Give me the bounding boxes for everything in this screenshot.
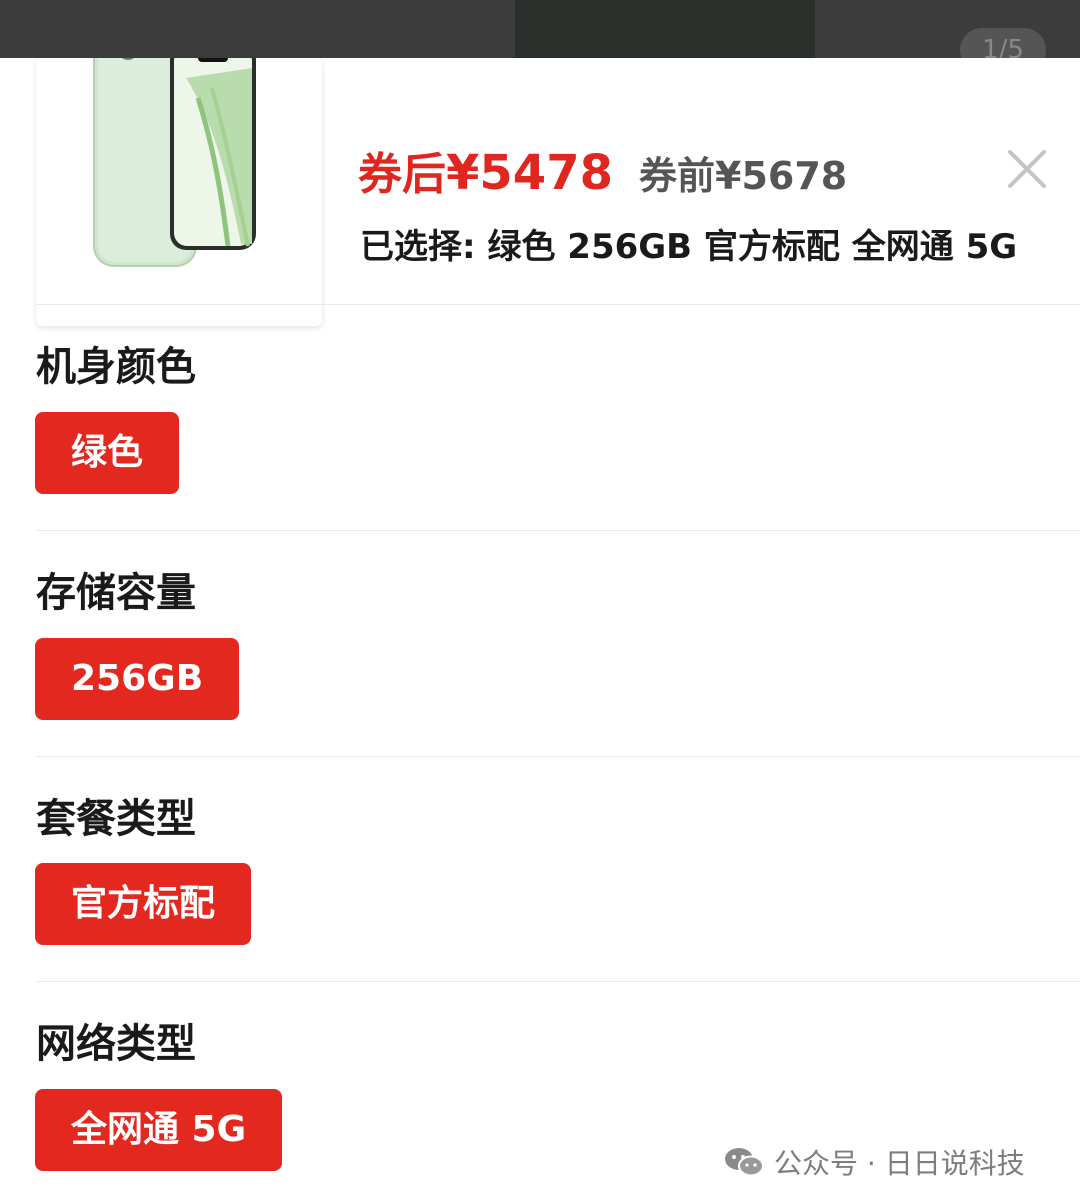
option-package-official[interactable]: 官方标配	[35, 863, 252, 945]
watermark-text: 公众号 · 日日说科技	[774, 1147, 1025, 1180]
option-network-5g[interactable]: 全网通 5G	[35, 1089, 283, 1171]
sku-selector-sheet: 券后¥5478 券前¥5678 已选择: 绿色 256GB 官方标配 全网通 5…	[0, 58, 1080, 1204]
divider	[36, 756, 1080, 757]
price-row: 券后¥5478 券前¥5678	[358, 138, 847, 202]
gallery-pager: 1/5	[960, 28, 1046, 58]
product-thumbnail[interactable]	[36, 58, 322, 326]
watermark: 公众号 · 日日说科技	[724, 1140, 1025, 1184]
price-before-coupon: 券前¥5678	[639, 145, 847, 200]
wechat-icon	[725, 1148, 764, 1177]
option-storage-256gb[interactable]: 256GB	[35, 638, 240, 720]
price-after-label: 券后	[358, 149, 446, 200]
option-color-green[interactable]: 绿色	[35, 412, 180, 494]
selected-value: 绿色 256GB 官方标配 全网通 5G	[487, 227, 1018, 267]
section-title-network: 网络类型	[36, 1021, 196, 1067]
section-title-storage: 存储容量	[36, 570, 196, 616]
divider	[36, 981, 1080, 982]
price-before-value: ¥5678	[715, 154, 848, 198]
section-title-package: 套餐类型	[36, 796, 196, 842]
gallery-image-shadow	[515, 0, 815, 58]
green-phone-image	[93, 58, 256, 267]
selected-label: 已选择:	[360, 227, 476, 267]
price-before-label: 券前	[639, 154, 716, 198]
close-button[interactable]	[1006, 148, 1048, 190]
close-icon	[1008, 150, 1046, 188]
section-title-color: 机身颜色	[36, 344, 196, 390]
price-after-value: ¥5478	[446, 145, 613, 201]
price-after-coupon: 券后¥5478	[358, 138, 613, 202]
selected-summary: 已选择: 绿色 256GB 官方标配 全网通 5G	[360, 218, 1020, 276]
divider	[36, 304, 1080, 305]
background-product-gallery: 1/5	[0, 0, 1080, 58]
divider	[36, 530, 1080, 531]
